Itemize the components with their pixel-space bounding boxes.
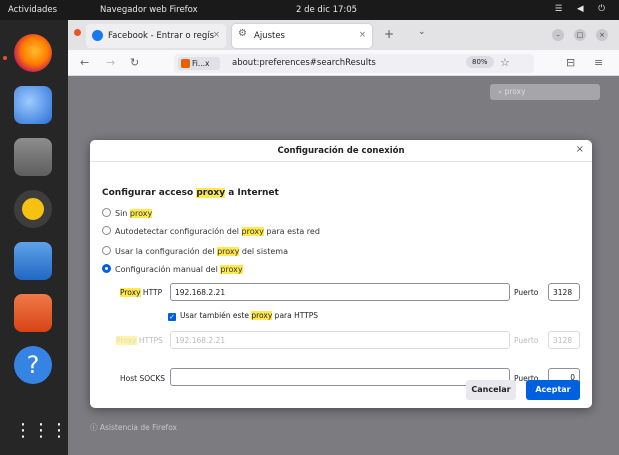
close-icon[interactable]: × [359,30,366,40]
dock: ? ⋮⋮⋮ [0,20,68,455]
search-icon: ⌕ [498,87,505,96]
nav-bar: ← → ↻ Fi...x about:preferences#searchRes… [68,50,619,76]
https-checkbox[interactable]: ✓ Usar también este proxy para HTTPS [168,311,318,321]
libreoffice-writer-icon[interactable] [14,242,52,280]
rhythmbox-icon[interactable] [14,190,52,228]
url-text[interactable]: about:preferences#searchResults [232,58,376,68]
radio-autodetect[interactable]: Autodetectar configuración del proxy par… [102,226,320,236]
close-icon[interactable]: × [213,30,220,40]
accept-button[interactable]: Aceptar [526,380,580,400]
bookmark-star-icon[interactable]: ☆ [500,56,510,69]
clock[interactable]: 2 de dic 17:05 [296,5,357,15]
site-identity[interactable]: Fi...x [178,57,220,70]
tab-settings[interactable]: ⚙ Ajustes × [232,24,372,48]
proxy-heading: Configurar acceso proxy a Internet [102,188,279,198]
cancel-button[interactable]: Cancelar [466,380,516,400]
app-menu[interactable]: Navegador web Firefox [100,5,198,15]
maximize-icon[interactable]: □ [574,29,586,41]
http-port-input[interactable]: 3128 [548,283,580,301]
facebook-icon [92,30,103,41]
ubuntu-software-icon[interactable] [14,294,52,332]
https-port-input[interactable]: 3128 [548,331,580,349]
radio-no-proxy[interactable]: Sin proxy [102,208,153,218]
connection-settings-dialog: Configuración de conexión × Configurar a… [90,140,592,408]
running-indicator [3,56,7,60]
https-proxy-label: Proxy HTTPS [116,336,163,345]
site-identity-label: Fi...x [192,59,210,68]
radio-icon [102,226,111,235]
files-icon[interactable] [14,138,52,176]
http-port-label: Puerto [514,288,539,297]
back-icon[interactable]: ← [80,56,89,69]
gnome-top-bar: Actividades Navegador web Firefox 2 de d… [0,0,619,20]
zoom-badge[interactable]: 80% [466,56,494,68]
tab-label: Ajustes [254,31,285,41]
tab-strip: Facebook - Entrar o regís × ⚙ Ajustes × … [68,20,619,50]
support-link[interactable]: ⓘ Asistencia de Firefox [90,422,177,433]
reload-icon[interactable]: ↻ [130,56,139,69]
radio-icon [102,246,111,255]
record-indicator-icon [74,29,81,36]
gear-icon: ⚙ [238,28,247,39]
new-tab-icon[interactable]: + [384,27,394,41]
tab-facebook[interactable]: Facebook - Entrar o regís × [86,24,226,48]
list-tabs-icon[interactable]: ⌄ [418,27,426,37]
preferences-search[interactable]: ⌕ proxy [490,84,600,100]
dialog-title: Configuración de conexión [277,146,405,156]
radio-icon [102,208,111,217]
firefox-icon[interactable] [14,34,52,72]
close-icon[interactable]: × [576,144,584,155]
socks-host-input[interactable] [170,368,510,386]
thunderbird-icon[interactable] [14,86,52,124]
http-proxy-input[interactable]: 192.168.2.21 [170,283,510,301]
menu-icon[interactable]: ≡ [594,56,603,69]
http-proxy-label: Proxy HTTP [120,288,163,297]
socks-host-label: Host SOCKS [120,374,166,383]
firefox-icon [181,59,190,68]
search-value: proxy [504,87,526,96]
system-tray[interactable]: ☰ ◀ ⏻ [555,4,611,14]
checkmark-icon: ✓ [168,313,176,321]
minimize-icon[interactable]: – [552,29,564,41]
help-icon[interactable]: ? [14,346,52,384]
pocket-icon[interactable]: ⊟ [566,56,575,69]
radio-system-proxy[interactable]: Usar la configuración del proxy del sist… [102,246,288,256]
https-proxy-input[interactable]: 192.168.2.21 [170,331,510,349]
radio-manual-proxy[interactable]: Configuración manual del proxy [102,264,243,274]
show-apps-icon[interactable]: ⋮⋮⋮ [14,412,68,450]
close-window-icon[interactable]: × [596,29,608,41]
dialog-titlebar: Configuración de conexión × [90,140,592,162]
forward-icon[interactable]: → [106,56,115,69]
tab-label: Facebook - Entrar o regís [108,31,215,41]
https-port-label: Puerto [514,336,539,345]
activities-button[interactable]: Actividades [8,5,57,15]
radio-selected-icon [102,264,111,273]
